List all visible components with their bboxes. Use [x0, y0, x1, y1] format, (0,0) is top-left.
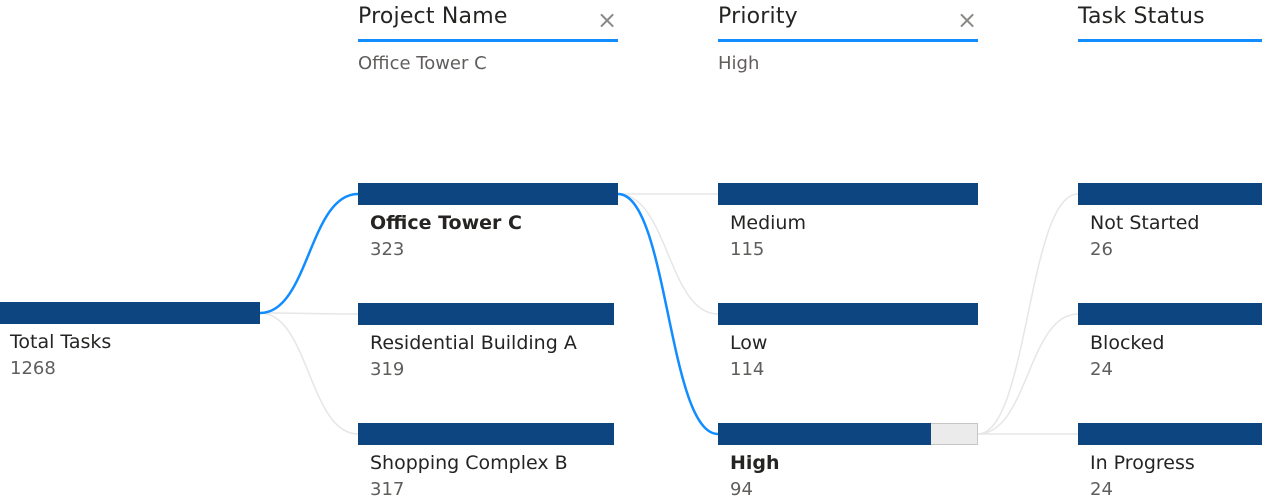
- node-value: 323: [370, 239, 405, 260]
- node-value: 24: [1090, 479, 1113, 500]
- connector: [617, 193, 719, 315]
- node-low[interactable]: Low 114: [718, 303, 978, 383]
- node-bar-fill: [1078, 423, 1262, 445]
- node-blocked[interactable]: Blocked 24: [1078, 303, 1262, 383]
- node-in-progress[interactable]: In Progress 24: [1078, 423, 1262, 503]
- node-label: Total Tasks: [10, 331, 112, 353]
- connector: [977, 313, 1079, 435]
- node-label: In Progress: [1090, 452, 1195, 474]
- node-bar-fill: [358, 423, 614, 445]
- level-title: Priority: [718, 4, 798, 29]
- node-bar[interactable]: [358, 183, 618, 205]
- node-bar[interactable]: [718, 423, 978, 445]
- node-bar[interactable]: [1078, 423, 1262, 445]
- level-underline: [358, 39, 618, 42]
- node-label: Shopping Complex B: [370, 452, 568, 474]
- level-underline: [718, 39, 978, 42]
- node-office-tower-c[interactable]: Office Tower C 323: [358, 183, 618, 263]
- node-bar-fill: [718, 183, 978, 205]
- node-bar-fill: [1078, 183, 1262, 205]
- node-high[interactable]: High 94: [718, 423, 978, 503]
- node-value: 114: [730, 359, 765, 380]
- node-label: Not Started: [1090, 212, 1200, 234]
- node-label: Medium: [730, 212, 806, 234]
- connector-selected: [617, 192, 719, 436]
- node-bar-fill: [358, 303, 614, 325]
- root-node-total-tasks[interactable]: Total Tasks 1268: [0, 302, 260, 382]
- node-value: 115: [730, 239, 765, 260]
- node-bar[interactable]: [0, 302, 260, 324]
- node-bar[interactable]: [1078, 183, 1262, 205]
- node-label: Low: [730, 332, 768, 354]
- node-label: Blocked: [1090, 332, 1165, 354]
- level-filter-value: Office Tower C: [358, 53, 487, 74]
- node-bar[interactable]: [1078, 303, 1262, 325]
- node-bar[interactable]: [358, 303, 614, 325]
- connector: [259, 312, 359, 315]
- node-bar[interactable]: [718, 303, 978, 325]
- level-underline: [1078, 39, 1262, 42]
- level-title: Project Name: [358, 4, 508, 29]
- node-value: 1268: [10, 358, 56, 379]
- level-header-task-status: Task Status: [1078, 0, 1262, 90]
- node-not-started[interactable]: Not Started 26: [1078, 183, 1262, 263]
- close-icon[interactable]: ×: [956, 7, 978, 33]
- level-header-priority: Priority × High: [718, 0, 978, 90]
- node-label: Office Tower C: [370, 212, 522, 234]
- level-title: Task Status: [1078, 4, 1205, 29]
- level-header-project-name: Project Name × Office Tower C: [358, 0, 618, 90]
- node-value: 26: [1090, 239, 1113, 260]
- node-bar-fill: [718, 423, 932, 445]
- node-bar-fill: [358, 183, 618, 205]
- close-icon[interactable]: ×: [596, 7, 618, 33]
- node-value: 94: [730, 479, 753, 500]
- node-label: High: [730, 452, 780, 474]
- node-value: 319: [370, 359, 405, 380]
- connector-selected: [259, 192, 359, 315]
- node-bar-fill: [1078, 303, 1262, 325]
- connector-lines: [259, 192, 1079, 436]
- node-bar[interactable]: [358, 423, 614, 445]
- node-label: Residential Building A: [370, 332, 577, 354]
- level-filter-value: High: [718, 53, 760, 74]
- node-medium[interactable]: Medium 115: [718, 183, 978, 263]
- node-bar-fill: [718, 303, 978, 325]
- node-residential-building-a[interactable]: Residential Building A 319: [358, 303, 614, 383]
- node-bar-fill: [0, 302, 260, 324]
- node-value: 317: [370, 479, 405, 500]
- connector: [977, 193, 1079, 435]
- connector: [259, 312, 359, 435]
- node-shopping-complex-b[interactable]: Shopping Complex B 317: [358, 423, 614, 503]
- node-bar[interactable]: [718, 183, 978, 205]
- node-value: 24: [1090, 359, 1113, 380]
